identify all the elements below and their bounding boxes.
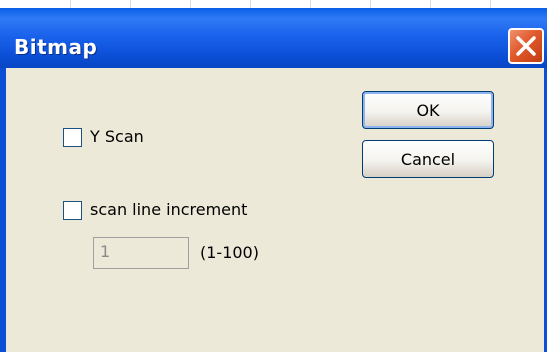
window-title: Bitmap	[14, 35, 98, 59]
close-icon	[516, 36, 536, 56]
window-border-left	[0, 68, 6, 352]
title-bar[interactable]: Bitmap	[0, 8, 547, 68]
scan-line-increment-checkbox[interactable]	[63, 201, 82, 220]
close-button[interactable]	[508, 28, 544, 64]
scan-line-increment-label: scan line increment	[90, 200, 248, 219]
y-scan-label: Y Scan	[90, 127, 144, 146]
cancel-button[interactable]: Cancel	[362, 140, 494, 178]
ok-button[interactable]: OK	[362, 91, 494, 129]
y-scan-checkbox[interactable]	[63, 128, 82, 147]
increment-value-field[interactable]: 1	[93, 237, 189, 269]
increment-range-label: (1-100)	[200, 243, 259, 262]
